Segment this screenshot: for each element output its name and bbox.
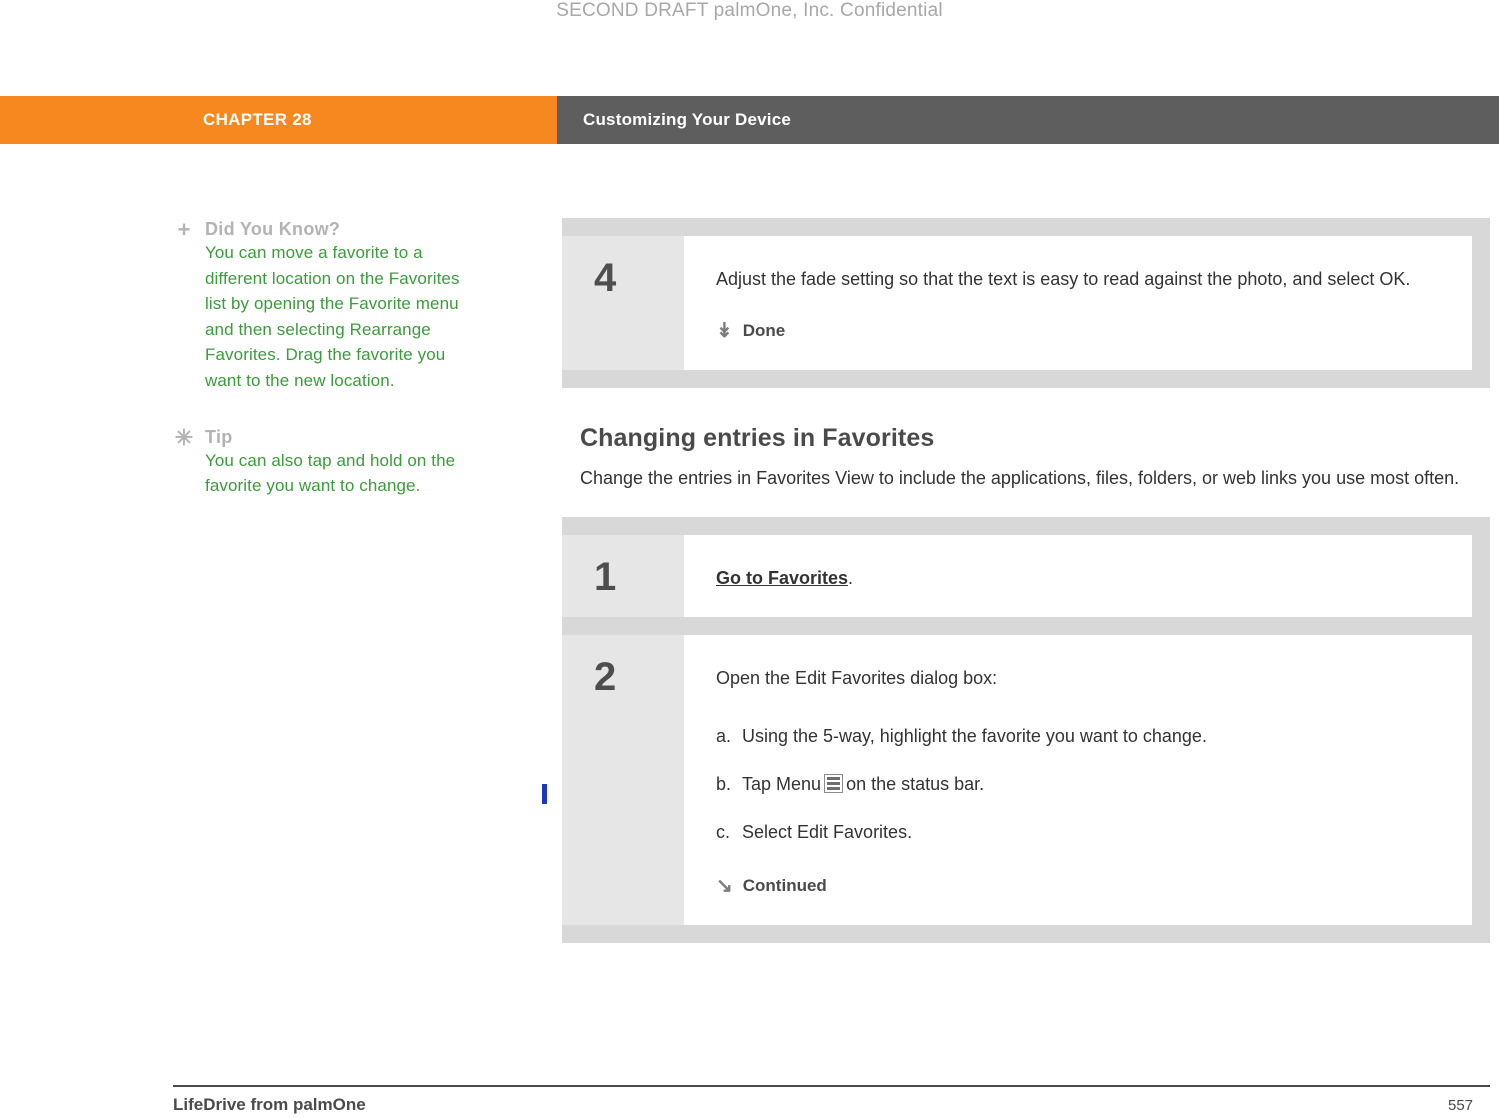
substep-text: Using the 5-way, highlight the favorite … xyxy=(742,726,1207,746)
section-label-block: Customizing Your Device xyxy=(557,96,1499,144)
substep-c: c. Select Edit Favorites. xyxy=(716,819,1448,845)
margin-notes: + Did You Know? You can move a favorite … xyxy=(173,218,463,523)
continued-tag: ↘ Continued xyxy=(716,873,1448,899)
substep-a: a. Using the 5-way, highlight the favorit… xyxy=(716,723,1448,749)
footer-divider xyxy=(173,1085,1490,1087)
step-row: 4 Adjust the fade setting so that the te… xyxy=(562,236,1472,370)
step-body: Adjust the fade setting so that the text… xyxy=(684,236,1472,370)
step-intro: Open the Edit Favorites dialog box: xyxy=(716,668,998,688)
step-number-cell: 1 xyxy=(562,535,684,617)
step-number: 2 xyxy=(594,655,617,699)
done-tag: ↡ Done xyxy=(716,318,1448,344)
change-bar-marker xyxy=(542,784,547,804)
note-body: You can move a favorite to a different l… xyxy=(205,243,460,390)
section-label: Customizing Your Device xyxy=(583,110,792,129)
step-block-top: 4 Adjust the fade setting so that the te… xyxy=(562,218,1490,388)
menu-icon xyxy=(824,774,844,793)
substep-label: c. xyxy=(716,822,731,842)
note-did-you-know: + Did You Know? You can move a favorite … xyxy=(173,218,463,394)
draft-watermark-header: SECOND DRAFT palmOne, Inc. Confidential xyxy=(556,0,943,21)
footer-product-name: LifeDrive from palmOne xyxy=(173,1095,366,1114)
substep-b: b. Tap Menu on the status bar. xyxy=(716,771,1448,797)
step-number: 1 xyxy=(594,555,617,599)
substep-label: a. xyxy=(716,726,732,746)
note-body: You can also tap and hold on the favorit… xyxy=(205,450,456,496)
step-text: Adjust the fade setting so that the text… xyxy=(716,269,1411,289)
note-title: Did You Know? xyxy=(205,219,341,239)
step-row: 1 Go to Favorites. xyxy=(562,535,1472,617)
done-label: Done xyxy=(742,321,786,340)
substep-label: b. xyxy=(716,774,732,794)
step-text: Go to Favorites. xyxy=(716,565,1448,591)
go-to-favorites-link[interactable]: Go to Favorites xyxy=(716,568,848,588)
substep-text-after: on the status bar. xyxy=(846,774,985,794)
step-text-trailing: . xyxy=(848,568,854,588)
step-row: 2 Open the Edit Favorites dialog box: a.… xyxy=(562,635,1472,925)
asterisk-icon: ✳ xyxy=(174,424,194,450)
page-number: 557 xyxy=(1448,1097,1474,1114)
continued-label: Continued xyxy=(742,876,827,895)
down-arrow-icon: ↡ xyxy=(716,320,733,342)
plus-icon: + xyxy=(177,217,191,242)
chapter-label-block: CHAPTER 28 xyxy=(0,96,557,144)
chapter-header-bar: CHAPTER 28 Customizing Your Device xyxy=(0,96,1499,144)
step-body: Open the Edit Favorites dialog box: a. Us… xyxy=(684,635,1472,925)
continued-arrow-icon: ↘ xyxy=(716,875,733,897)
step-number-cell: 4 xyxy=(562,236,684,370)
main-content: 4 Adjust the fade setting so that the te… xyxy=(562,218,1490,943)
step-number: 4 xyxy=(594,256,617,300)
substep-text: Select Edit Favorites. xyxy=(742,822,913,842)
step-block-bottom: 1 Go to Favorites. 2 Open the Edit Favor… xyxy=(562,517,1490,943)
section-paragraph: Change the entries in Favorites View to … xyxy=(580,468,1460,488)
note-title: Tip xyxy=(205,426,233,447)
section-heading: Changing entries in Favorites xyxy=(580,424,935,452)
step-number-cell: 2 xyxy=(562,635,684,925)
substep-text-before: Tap Menu xyxy=(742,774,822,794)
note-tip: ✳ Tip You can also tap and hold on the f… xyxy=(173,426,463,499)
chapter-label: CHAPTER 28 xyxy=(203,110,312,129)
step-body: Go to Favorites. xyxy=(684,535,1472,617)
